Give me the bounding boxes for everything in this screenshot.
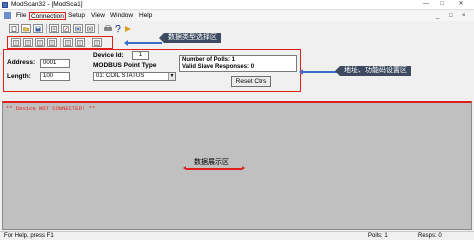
float-type-button[interactable] <box>92 38 102 47</box>
address-input[interactable]: 0001 <box>40 59 70 68</box>
about-button[interactable] <box>123 24 133 33</box>
callout-type-select: 数据类型选择区 <box>159 33 221 43</box>
register-type-icon <box>37 40 43 46</box>
coil-type-icon <box>13 40 19 46</box>
menu-setup[interactable]: Setup <box>68 11 85 21</box>
callout-address-setup: 地址、功能码设置区 <box>335 66 411 76</box>
register-type-button[interactable] <box>35 38 45 47</box>
point-type-label: MODBUS Point Type <box>93 62 157 69</box>
callout-arrow-address <box>299 69 338 74</box>
menu-window[interactable]: Window <box>110 11 133 21</box>
status-polls: Polls: 1 <box>368 233 388 239</box>
menu-connection[interactable]: Connection <box>29 12 66 20</box>
mdi-restore-button[interactable]: □ <box>449 12 453 20</box>
save-icon <box>35 26 41 32</box>
stats-box: Number of Polls: 1 Valid Slave Responses… <box>179 55 297 72</box>
close-button[interactable]: ✕ <box>451 0 471 9</box>
help-button[interactable] <box>113 24 123 33</box>
status-bar <box>0 231 474 240</box>
write-icon <box>63 26 69 32</box>
save-button[interactable] <box>33 24 43 33</box>
app-logo-icon <box>2 2 8 8</box>
float-type-icon <box>94 40 100 46</box>
read-button[interactable] <box>49 24 59 33</box>
decimal-type-button[interactable] <box>63 38 73 47</box>
new-button[interactable] <box>9 24 19 33</box>
new-icon <box>11 26 17 32</box>
chevron-down-icon[interactable]: ▼ <box>168 73 175 80</box>
status-responses: Resps: 0 <box>418 233 442 239</box>
write-button[interactable] <box>61 24 71 33</box>
read-icon <box>51 26 57 32</box>
document-icon <box>4 12 11 19</box>
toolbar-separator <box>98 24 99 34</box>
disconnect-button[interactable] <box>85 24 95 33</box>
minimize-button[interactable]: — <box>419 0 433 9</box>
toolbar-separator <box>46 24 47 34</box>
device-id-label: Device Id: <box>93 52 124 59</box>
print-icon <box>104 25 112 31</box>
mdi-close-button[interactable]: × <box>462 12 466 20</box>
hex-type-button[interactable] <box>75 38 85 47</box>
point-type-value: 01: COIL STATUS <box>96 73 145 79</box>
address-label: Address: <box>7 59 36 66</box>
callout-arrow-type <box>124 40 162 45</box>
device-id-input[interactable]: 1 <box>132 51 149 60</box>
app-window: ModScan32 - [ModSca1] — □ ✕ File Connect… <box>0 0 474 240</box>
holding-type-button[interactable] <box>47 38 57 47</box>
menu-file[interactable]: File <box>16 11 26 21</box>
valid-responses-count: Valid Slave Responses: 0 <box>182 64 255 70</box>
config-panel: Address: 0001 Length: 100 Device Id: 1 M… <box>3 49 301 92</box>
connect-icon <box>75 26 81 32</box>
maximize-button[interactable]: □ <box>435 0 449 9</box>
help-icon <box>114 24 121 33</box>
hex-type-icon <box>77 40 83 46</box>
mdi-minimize-button[interactable]: _ <box>436 12 439 20</box>
length-input[interactable]: 100 <box>40 72 70 81</box>
window-title: ModScan32 - [ModSca1] <box>11 1 83 8</box>
open-icon <box>23 26 29 32</box>
holding-type-icon <box>49 40 55 46</box>
data-display-area: ** Device NOT CONNECTED! ** <box>2 101 472 230</box>
status-help-text: For Help, press F1 <box>4 233 54 239</box>
decimal-type-icon <box>65 40 71 46</box>
input-type-button[interactable] <box>23 38 33 47</box>
display-width-arrow <box>183 166 245 170</box>
open-button[interactable] <box>21 24 31 33</box>
disconnect-icon <box>87 26 93 32</box>
toolbar-separator <box>60 38 61 47</box>
about-icon <box>124 25 131 32</box>
coil-type-button[interactable] <box>11 38 21 47</box>
menu-view[interactable]: View <box>91 11 105 21</box>
print-button[interactable] <box>103 24 113 33</box>
length-label: Length: <box>7 73 31 80</box>
menu-help[interactable]: Help <box>139 11 152 21</box>
connect-button[interactable] <box>73 24 83 33</box>
display-area-label: 数据展示区 <box>194 159 229 166</box>
connection-status-message: ** Device NOT CONNECTED! ** <box>6 105 96 112</box>
reset-counters-button[interactable]: Reset Ctrs <box>231 76 271 87</box>
point-type-select[interactable]: 01: COIL STATUS ▼ <box>93 72 176 81</box>
input-type-icon <box>25 40 31 46</box>
